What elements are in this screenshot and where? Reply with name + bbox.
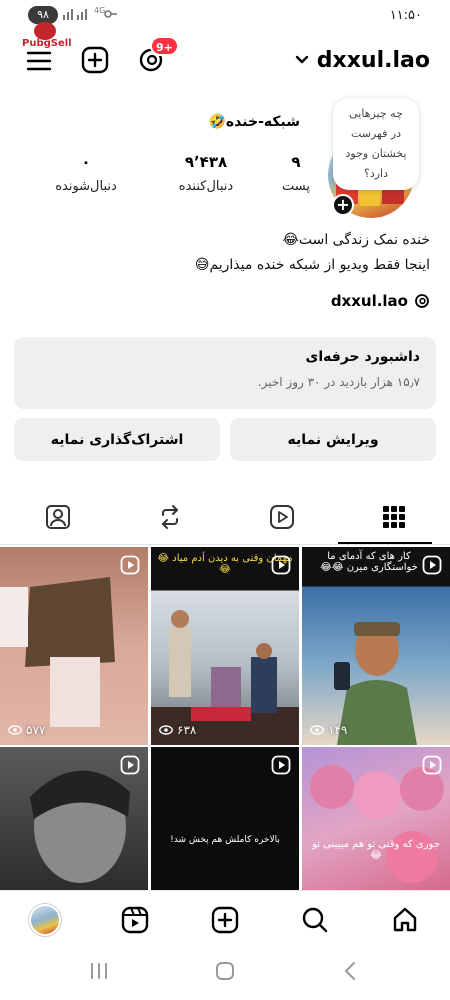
- grid-post[interactable]: ۵۷۷: [0, 547, 148, 745]
- clock: ۱۱:۵۰: [389, 8, 422, 23]
- post-caption: کار های که آدمای ما خواستگاری میرن 😂😂: [320, 551, 418, 573]
- reel-icon: [271, 555, 291, 579]
- post-caption: بالاخره کاملش هم پخش شد!: [170, 835, 280, 845]
- bio-line: خنده نمک زندگی است😂: [282, 232, 431, 248]
- view-count: ۵۷۷: [8, 723, 45, 737]
- reel-icon: [120, 755, 140, 779]
- grid-icon: [383, 506, 405, 528]
- following-count: ۰: [81, 153, 91, 171]
- reels-nav-icon: [121, 906, 149, 934]
- menu-icon[interactable]: [24, 46, 54, 76]
- search-icon: [302, 907, 328, 933]
- grid-post[interactable]: مهمان وقتی به دیدن آدم میاد 😂😂 ۶۳۸: [151, 547, 299, 745]
- grid-post[interactable]: جوری که وقتی تو هم میبینی تو😂: [302, 747, 450, 890]
- tab-grid[interactable]: [338, 496, 450, 538]
- tab-tagged[interactable]: [2, 496, 114, 538]
- threads-handle: dxxul.lao: [330, 292, 408, 310]
- header-username: dxxul.lao: [316, 47, 430, 73]
- display-name: شبکه-خنده🤣: [208, 114, 300, 130]
- posts-label: پست: [282, 179, 310, 194]
- signal-icon: [63, 9, 117, 20]
- reposts-icon: [162, 505, 178, 529]
- network-type: 4G: [94, 6, 106, 15]
- system-navigation: [0, 948, 450, 1000]
- bio-line: اینجا فقط ویدیو از شبکه خنده میذاریم😅: [194, 257, 430, 273]
- grid-post[interactable]: [0, 747, 148, 890]
- profile-avatar-icon: [29, 904, 61, 936]
- threads-profile-link[interactable]: dxxul.lao: [331, 292, 430, 310]
- eye-icon: [8, 725, 22, 735]
- nav-reels[interactable]: [90, 903, 180, 937]
- note-line: پخشتان وجود: [345, 147, 407, 160]
- reel-icon: [422, 555, 442, 579]
- account-switcher[interactable]: dxxul.lao: [295, 44, 430, 76]
- followers-count: ۹٬۴۳۸: [184, 153, 228, 171]
- eye-icon: [310, 725, 324, 735]
- note-line: چه چیزهایی: [349, 107, 403, 120]
- view-count-text: ۱۴۹: [328, 723, 348, 737]
- stat-following[interactable]: ۰ دنبال‌شونده: [46, 153, 126, 194]
- tab-reels[interactable]: [226, 496, 338, 538]
- tab-reposts[interactable]: [114, 496, 226, 538]
- dashboard-title: داشبورد حرفه‌ای: [305, 349, 420, 365]
- grid-post[interactable]: بالاخره کاملش هم پخش شد!: [151, 747, 299, 890]
- following-label: دنبال‌شونده: [55, 179, 117, 194]
- dashboard-subtitle: ۱۵٫۷ هزار بازدید در ۳۰ روز اخیر.: [257, 375, 420, 389]
- home-icon: [393, 907, 417, 932]
- nav-home[interactable]: [360, 903, 450, 937]
- grid-post[interactable]: کار های که آدمای ما خواستگاری میرن 😂😂 ۱۴…: [302, 547, 450, 745]
- back-button-icon[interactable]: [340, 960, 362, 986]
- view-count-text: ۵۷۷: [26, 723, 46, 737]
- eye-icon: [159, 725, 173, 735]
- note-line: دارد؟: [363, 167, 388, 180]
- reels-icon: [270, 505, 294, 529]
- note-line: در فهرست: [350, 127, 402, 140]
- bottom-navigation: [0, 890, 450, 948]
- stat-posts[interactable]: ۹ پست: [256, 153, 336, 194]
- chevron-down-icon: [295, 55, 308, 64]
- post-caption: جوری که وقتی تو هم میبینی تو😂: [312, 839, 440, 861]
- reel-icon: [271, 755, 291, 779]
- edit-profile-button[interactable]: ویرایش نمایه: [230, 418, 436, 461]
- stat-followers[interactable]: ۹٬۴۳۸ دنبال‌کننده: [166, 153, 246, 194]
- posts-count: ۹: [291, 153, 301, 171]
- create-post-icon[interactable]: [80, 45, 110, 75]
- nav-create[interactable]: [180, 903, 270, 937]
- add-story-icon[interactable]: +: [332, 194, 354, 216]
- view-count-text: ۶۳۸: [177, 723, 197, 737]
- professional-dashboard[interactable]: داشبورد حرفه‌ای ۱۵٫۷ هزار بازدید در ۳۰ ر…: [14, 337, 436, 409]
- share-profile-button[interactable]: اشتراک‌گذاری نمایه: [14, 418, 220, 461]
- view-count: ۶۳۸: [159, 723, 196, 737]
- tagged-icon: [46, 505, 70, 529]
- home-button-icon[interactable]: [214, 960, 236, 986]
- threads-logo-icon: [415, 294, 429, 308]
- notification-badge: 9+: [150, 36, 179, 56]
- followers-label: دنبال‌کننده: [178, 179, 234, 194]
- view-count: ۱۴۹: [310, 723, 347, 737]
- create-icon: [211, 906, 239, 934]
- reel-icon: [422, 755, 442, 779]
- nav-profile[interactable]: [0, 903, 90, 937]
- note-bubble[interactable]: چه چیزهایی در فهرست پخشتان وجود دارد؟: [333, 98, 419, 190]
- tab-divider: [0, 544, 450, 545]
- nav-search[interactable]: [270, 903, 360, 937]
- reel-icon: [120, 555, 140, 579]
- recent-apps-icon[interactable]: [88, 960, 110, 986]
